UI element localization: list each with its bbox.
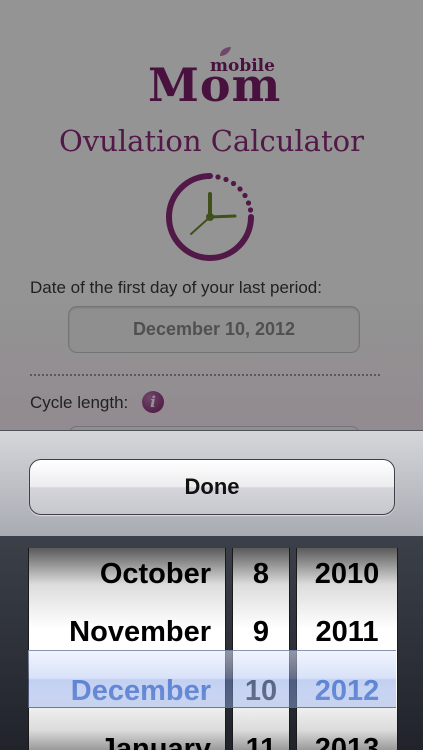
date-picker: October November December January 8 9 10… xyxy=(0,536,423,750)
done-button[interactable]: Done xyxy=(29,459,395,515)
day-option-selected[interactable]: 10 xyxy=(233,662,289,720)
month-option[interactable]: January xyxy=(29,720,225,750)
month-option[interactable]: November xyxy=(29,603,225,661)
day-option[interactable]: 11 xyxy=(233,720,289,750)
month-wheel[interactable]: October November December January xyxy=(28,548,226,750)
year-option[interactable]: 2011 xyxy=(297,603,397,661)
picker-toolbar: Done xyxy=(0,430,423,537)
year-option[interactable]: 2010 xyxy=(297,548,397,603)
day-option[interactable]: 9 xyxy=(233,603,289,661)
day-wheel[interactable]: 8 9 10 11 xyxy=(232,548,290,750)
year-wheel[interactable]: 2010 2011 2012 2013 xyxy=(296,548,398,750)
year-option[interactable]: 2013 xyxy=(297,720,397,750)
day-option[interactable]: 8 xyxy=(233,548,289,603)
month-option[interactable]: October xyxy=(29,548,225,603)
month-option-selected[interactable]: December xyxy=(29,662,225,720)
year-option-selected[interactable]: 2012 xyxy=(297,662,397,720)
